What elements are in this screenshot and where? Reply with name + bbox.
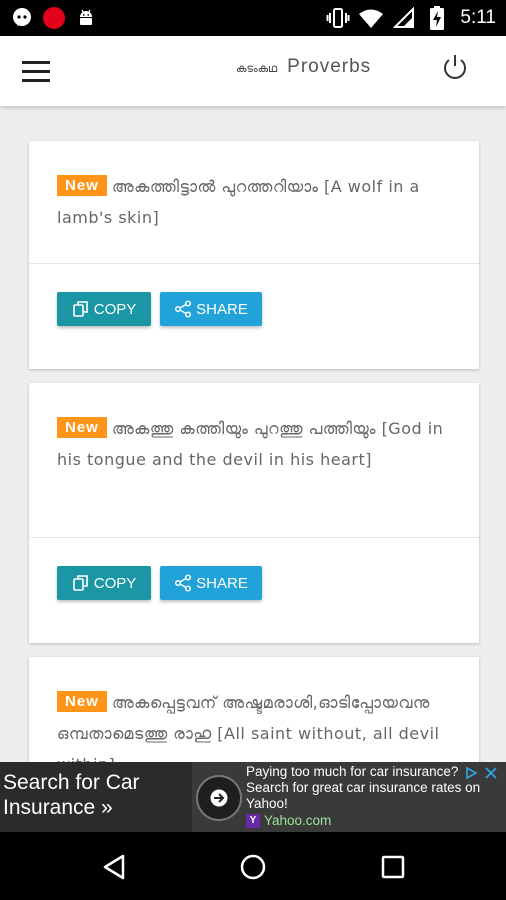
- copy-icon: [72, 575, 88, 591]
- proverb-card: New അകപ്പെട്ടവന് അഷ്ടമരാശി,ഓടിപ്പോയവനു ഒമ…: [29, 657, 479, 762]
- back-icon[interactable]: [97, 850, 131, 884]
- ad-banner[interactable]: Search for Car Insurance » Paying too mu…: [0, 762, 506, 832]
- proverb-text: New അകത്തിട്ടാൽ പുറത്തറിയാം [A wolf in a …: [57, 171, 451, 233]
- signal-icon: [392, 6, 416, 30]
- ad-left-text[interactable]: Search for Car Insurance »: [0, 762, 192, 832]
- app-title-text: Proverbs: [287, 56, 372, 77]
- copy-icon: [72, 301, 88, 317]
- status-time: 5:11: [460, 7, 496, 28]
- ad-content[interactable]: Paying too much for car insurance? Searc…: [246, 764, 490, 829]
- ad-choices[interactable]: [462, 764, 500, 782]
- android-icon: [74, 6, 98, 30]
- card-divider: [29, 537, 479, 538]
- ad-source[interactable]: Y Yahoo.com: [246, 813, 490, 829]
- proverb-text: New അകപ്പെട്ടവന് അഷ്ടമരാശി,ഓടിപ്പോയവനു ഒമ…: [57, 687, 451, 762]
- share-icon: [175, 574, 192, 592]
- home-icon[interactable]: [236, 850, 270, 884]
- yahoo-icon: Y: [246, 814, 260, 828]
- new-badge: New: [57, 417, 107, 438]
- share-button[interactable]: SHARE: [160, 292, 262, 326]
- close-icon[interactable]: [482, 764, 500, 782]
- red-dot-icon: [42, 6, 66, 30]
- navigation-bar: [0, 832, 506, 900]
- app-title-malayalam: കടംകഥ: [236, 62, 278, 75]
- card-divider: [29, 263, 479, 264]
- ad-choices-icon[interactable]: [462, 764, 480, 782]
- ad-description: Search for great car insurance rates on …: [246, 780, 481, 811]
- share-button[interactable]: SHARE: [160, 566, 262, 600]
- messenger-icon: [10, 6, 34, 30]
- new-badge: New: [57, 175, 107, 196]
- card-actions: COPY SHARE: [57, 292, 262, 326]
- proverb-content: അകത്തു കത്തിയും പുറത്തു പത്തിയും [God in…: [57, 419, 444, 469]
- proverb-content: അകപ്പെട്ടവന് അഷ്ടമരാശി,ഓടിപ്പോയവനു ഒമ്പത…: [57, 693, 440, 762]
- proverb-content: അകത്തിട്ടാൽ പുറത്തറിയാം [A wolf in a lam…: [57, 177, 420, 227]
- status-bar: 5:11: [0, 0, 506, 36]
- recents-icon[interactable]: [376, 850, 410, 884]
- wifi-icon: [359, 6, 384, 30]
- vibrate-icon: [326, 6, 350, 30]
- ad-source-label: Yahoo.com: [264, 813, 332, 828]
- copy-button[interactable]: COPY: [57, 566, 151, 600]
- battery-charging-icon: [425, 6, 449, 30]
- copy-button[interactable]: COPY: [57, 292, 151, 326]
- copy-label: COPY: [93, 574, 137, 592]
- power-icon[interactable]: [440, 52, 470, 82]
- copy-label: COPY: [93, 300, 137, 318]
- proverb-card: New അകത്തു കത്തിയും പുറത്തു പത്തിയും [God…: [29, 383, 479, 643]
- hamburger-menu-icon[interactable]: [22, 56, 58, 86]
- proverb-card: New അകത്തിട്ടാൽ പുറത്തറിയാം [A wolf in a …: [29, 141, 479, 369]
- arrow-right-icon[interactable]: [196, 775, 242, 821]
- ad-headline[interactable]: Paying too much for car insurance?: [246, 764, 490, 780]
- new-badge: New: [57, 691, 107, 712]
- share-label: SHARE: [196, 574, 248, 592]
- card-actions: COPY SHARE: [57, 566, 262, 600]
- app-bar: കടംകഥ Proverbs: [0, 36, 506, 106]
- page-title: കടംകഥ Proverbs: [236, 56, 371, 78]
- proverb-text: New അകത്തു കത്തിയും പുറത്തു പത്തിയും [God…: [57, 413, 451, 475]
- share-icon: [175, 300, 192, 318]
- proverb-list[interactable]: New അകത്തിട്ടാൽ പുറത്തറിയാം [A wolf in a …: [0, 106, 506, 762]
- share-label: SHARE: [196, 300, 248, 318]
